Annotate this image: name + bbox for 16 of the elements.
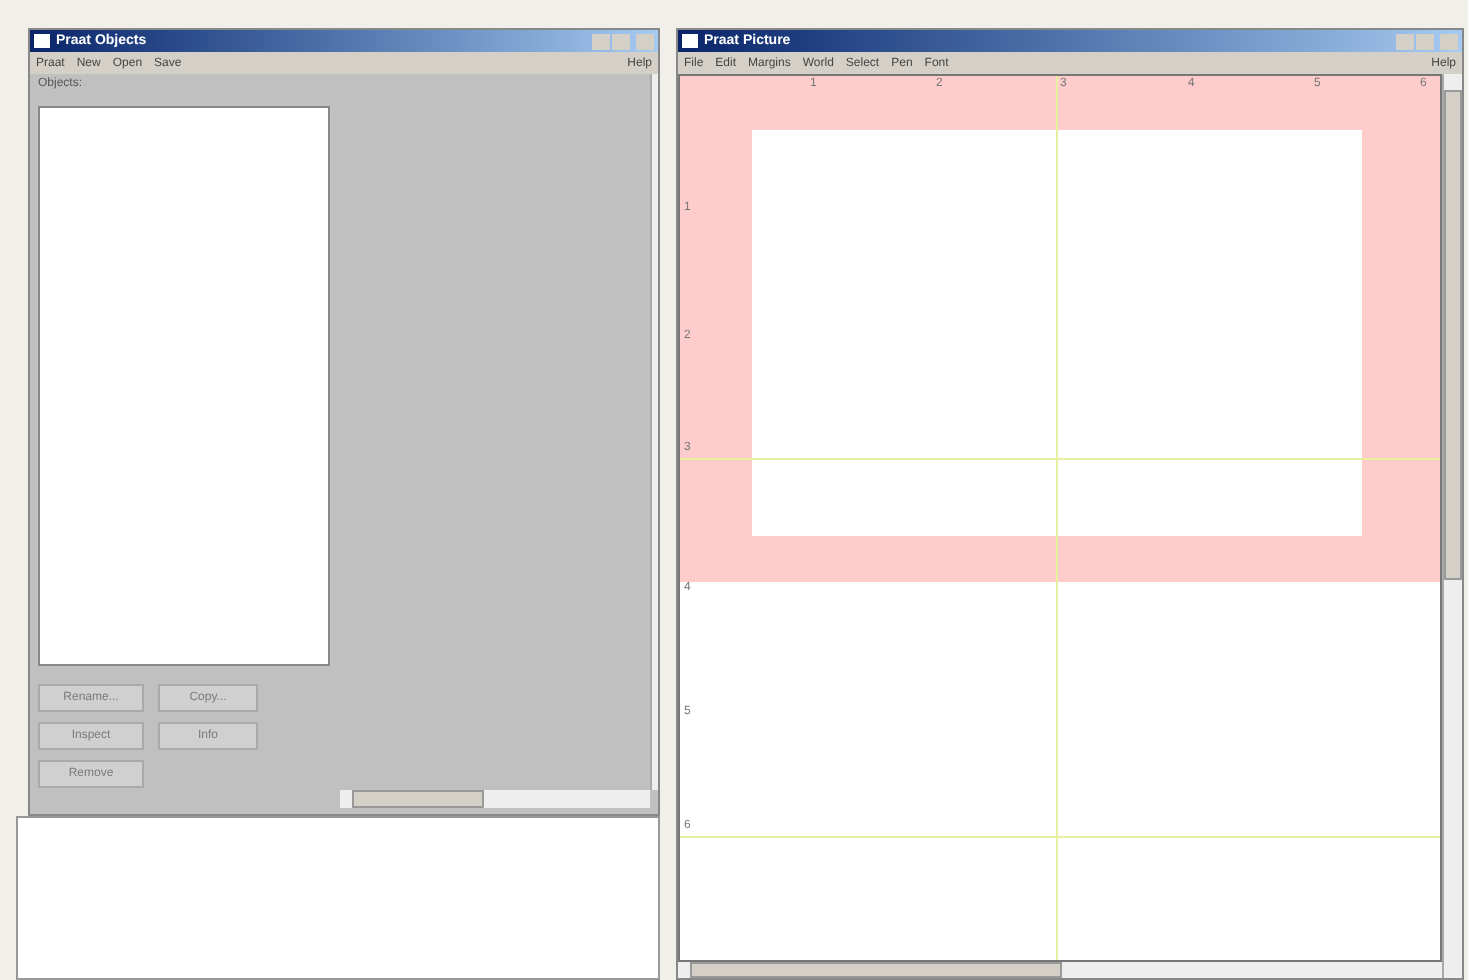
- app-icon: [34, 34, 50, 48]
- objects-list[interactable]: [38, 106, 330, 666]
- horizontal-scrollbar[interactable]: [678, 962, 1442, 978]
- scroll-thumb[interactable]: [690, 962, 1062, 978]
- minimize-button[interactable]: [1396, 33, 1414, 49]
- vertical-scrollbar[interactable]: [1442, 74, 1462, 978]
- scroll-thumb[interactable]: [352, 790, 484, 808]
- minimize-button[interactable]: [592, 33, 610, 49]
- maximize-button[interactable]: [1416, 33, 1434, 49]
- horizontal-scrollbar[interactable]: [340, 790, 650, 808]
- close-button[interactable]: [1440, 33, 1458, 49]
- app-icon: [682, 34, 698, 48]
- scroll-thumb[interactable]: [1444, 90, 1462, 580]
- vertical-scrollbar[interactable]: [650, 74, 658, 790]
- close-button[interactable]: [636, 33, 654, 49]
- maximize-button[interactable]: [612, 33, 630, 49]
